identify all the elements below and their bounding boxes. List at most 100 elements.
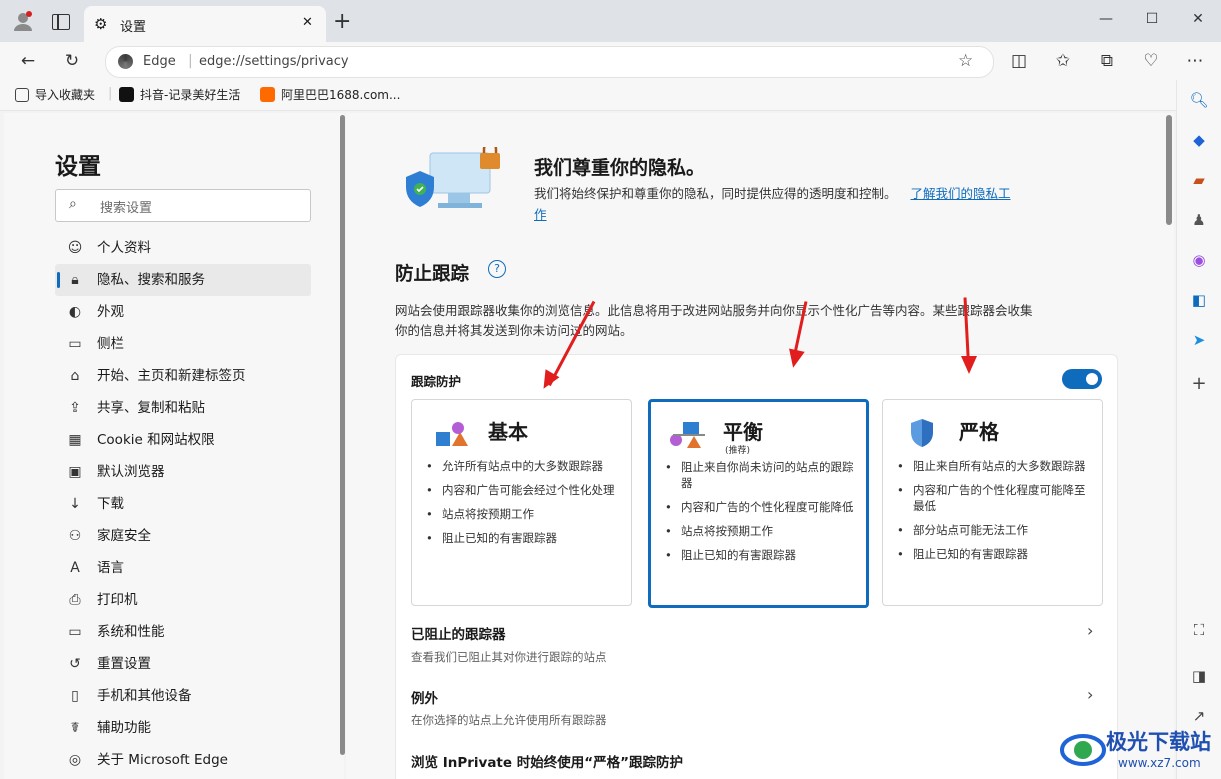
back-button[interactable]: ←: [14, 47, 42, 75]
games-icon[interactable]: ♟: [1189, 210, 1209, 230]
main-scrollbar[interactable]: [1166, 115, 1172, 225]
sidebar-toggle-icon[interactable]: ◨: [1189, 666, 1209, 686]
douyin-icon: [119, 87, 134, 102]
bookmark-label: 导入收藏夹: [35, 88, 96, 102]
privacy-link[interactable]: 了解我们的隐私工: [911, 186, 1011, 201]
person-icon: ☺: [67, 240, 83, 256]
chevron-right-icon: ›: [1087, 621, 1094, 640]
minimize-button[interactable]: —: [1092, 8, 1120, 30]
search-icon[interactable]: 🔍︎: [1189, 90, 1209, 110]
maximize-button[interactable]: ☐: [1138, 8, 1166, 30]
sidebar-item-browser[interactable]: ▣ 默认浏览器: [55, 456, 311, 488]
mode-bullet: 内容和广告的个性化程度可能降至最低: [897, 482, 1092, 514]
tab-actions-icon[interactable]: [52, 14, 70, 30]
bookmark-douyin[interactable]: 抖音-记录美好生活: [119, 86, 240, 103]
privacy-description-text: 我们将始终保护和尊重你的隐私，同时提供应得的透明度和控制。: [534, 186, 897, 201]
privacy-link-wrap[interactable]: 作: [534, 204, 547, 223]
privacy-title: 我们尊重你的隐私。: [534, 157, 706, 179]
toolbox-icon[interactable]: ▰: [1189, 170, 1209, 190]
sidebar-item-label: 系统和性能: [97, 624, 165, 640]
mode-strict[interactable]: 严格 阻止来自所有站点的大多数跟踪器 内容和广告的个性化程度可能降至最低 部分站…: [882, 399, 1103, 606]
mode-balanced[interactable]: 平衡 (推荐) 阻止来自你尚未访问的站点的跟踪器 内容和广告的个性化程度可能降低…: [648, 399, 869, 608]
mode-bullet: 阻止已知的有害跟踪器: [426, 530, 621, 546]
privacy-link-text: 了解我们的隐私工: [910, 186, 1011, 201]
tracking-toggle[interactable]: [1062, 369, 1102, 389]
sidebar-item-printer[interactable]: ⎙ 打印机: [55, 584, 311, 616]
bookmark-divider: |: [108, 86, 113, 101]
sidebar-item-palette[interactable]: ◐ 外观: [55, 296, 311, 328]
mode-bullets: 允许所有站点中的大多数跟踪器 内容和广告可能会经过个性化处理 站点将按预期工作 …: [426, 458, 621, 554]
mode-bullet: 允许所有站点中的大多数跟踪器: [426, 458, 621, 474]
sidebar-item-sidebar[interactable]: ▭ 侧栏: [55, 328, 311, 360]
office-icon[interactable]: ◉: [1189, 250, 1209, 270]
add-icon[interactable]: +: [1189, 374, 1209, 394]
sidebar-item-reset[interactable]: ↺ 重置设置: [55, 648, 311, 680]
send-icon[interactable]: ➤: [1189, 330, 1209, 350]
gear-icon: ⚙: [94, 15, 108, 33]
bookmark-import[interactable]: 导入收藏夹: [15, 86, 95, 103]
tracking-description-line: 网站会使用跟踪器收集你的浏览信息。此信息将用于改进网站服务并向你显示个性化广告等…: [395, 303, 1033, 318]
sidebar-item-label: 关于 Microsoft Edge: [97, 752, 228, 768]
sidebar-scrollbar[interactable]: [340, 115, 345, 755]
close-window-button[interactable]: ✕: [1184, 8, 1212, 30]
sidebar-item-phone[interactable]: ▯ 手机和其他设备: [55, 680, 311, 712]
more-menu-icon[interactable]: ⋯: [1181, 47, 1209, 75]
url-text[interactable]: edge://settings/privacy: [199, 54, 349, 69]
search-icon: ⌕: [69, 196, 77, 212]
edge-sidebar-rail: 🔍︎ ◆ ▰ ♟ ◉ ◧ ➤ + ⛶ ◨ ↗: [1176, 80, 1221, 779]
share-icon: ⇪: [69, 400, 81, 416]
annotation-arrowhead: [961, 356, 977, 374]
sidebar-item-label: 家庭安全: [97, 528, 151, 544]
profile-avatar[interactable]: [12, 10, 34, 32]
inprivate-strict-row[interactable]: 浏览 InPrivate 时始终使用“严格”跟踪防护: [411, 751, 683, 771]
refresh-button[interactable]: ↻: [58, 47, 86, 75]
search-settings-input[interactable]: ⌕ 搜索设置: [55, 189, 311, 222]
row-title: 已阻止的跟踪器: [411, 627, 506, 643]
favorites-icon[interactable]: ✩: [1049, 47, 1077, 75]
tab-settings[interactable]: ⚙ 设置 ✕: [84, 6, 326, 42]
sidebar-item-label: 辅助功能: [97, 720, 151, 736]
tag-icon[interactable]: ◆: [1189, 130, 1209, 150]
sidebar-item-laptop[interactable]: ▭ 系统和性能: [55, 616, 311, 648]
collections-icon[interactable]: ⧉: [1093, 47, 1121, 75]
sidebar-item-share[interactable]: ⇪ 共享、复制和粘贴: [55, 392, 311, 424]
outlook-icon[interactable]: ◧: [1189, 290, 1209, 310]
blocked-trackers-row[interactable]: 已阻止的跟踪器 查看我们已阻止其对你进行跟踪的站点 ›: [411, 621, 1101, 669]
basic-shapes-icon: [436, 422, 468, 446]
screenshot-icon[interactable]: ⛶: [1189, 620, 1209, 640]
watermark-logo-icon: [1060, 734, 1106, 766]
mode-bullet: 阻止来自所有站点的大多数跟踪器: [897, 458, 1092, 474]
row-title: 例外: [411, 691, 438, 707]
site-label: Edge: [143, 54, 176, 69]
split-screen-icon[interactable]: ◫: [1005, 47, 1033, 75]
privacy-description: 我们将始终保护和尊重你的隐私，同时提供应得的透明度和控制。 了解我们的隐私工: [534, 183, 1011, 202]
tracking-toggle-label: 跟踪防护: [411, 374, 462, 389]
favorite-star-icon[interactable]: ☆: [958, 51, 973, 71]
bookmark-1688[interactable]: 阿里巴巴1688.com...: [260, 86, 400, 103]
sidebar-item-person[interactable]: ☺ 个人资料: [55, 232, 311, 264]
sidebar-item-download[interactable]: ↓ 下载: [55, 488, 311, 520]
mode-bullet: 内容和广告的个性化程度可能降低: [665, 499, 860, 515]
edge-logo-icon: [118, 54, 133, 69]
sidebar-item-language[interactable]: A 语言: [55, 552, 311, 584]
phone-icon: ▯: [71, 688, 79, 704]
divider: |: [188, 53, 193, 69]
sidebar-item-edge[interactable]: ◎ 关于 Microsoft Edge: [55, 744, 311, 776]
sidebar-item-home[interactable]: ⌂ 开始、主页和新建标签页: [55, 360, 311, 392]
sidebar-item-label: 手机和其他设备: [97, 688, 192, 704]
tab-close-icon[interactable]: ✕: [302, 15, 313, 30]
sidebar-item-accessibility[interactable]: ☤ 辅助功能: [55, 712, 311, 744]
mode-bullet: 部分站点可能无法工作: [897, 522, 1092, 538]
mode-bullets: 阻止来自你尚未访问的站点的跟踪器 内容和广告的个性化程度可能降低 站点将按预期工…: [665, 459, 860, 571]
bookmark-label: 阿里巴巴1688.com...: [281, 88, 401, 102]
mode-basic[interactable]: 基本 允许所有站点中的大多数跟踪器 内容和广告可能会经过个性化处理 站点将按预期…: [411, 399, 632, 606]
sidebar-item-family[interactable]: ⚇ 家庭安全: [55, 520, 311, 552]
sidebar-item-label: 默认浏览器: [97, 464, 165, 480]
help-icon[interactable]: ?: [488, 260, 506, 278]
address-bar[interactable]: Edge | edge://settings/privacy ☆: [105, 46, 994, 78]
exceptions-row[interactable]: 例外 在你选择的站点上允许使用所有跟踪器 ›: [411, 685, 1101, 733]
sidebar-item-cookie[interactable]: ▦ Cookie 和网站权限: [55, 424, 311, 456]
sidebar-item-lock[interactable]: 🔒︎ 隐私、搜索和服务: [55, 264, 311, 296]
health-icon[interactable]: ♡: [1137, 47, 1165, 75]
new-tab-button[interactable]: +: [333, 9, 351, 34]
